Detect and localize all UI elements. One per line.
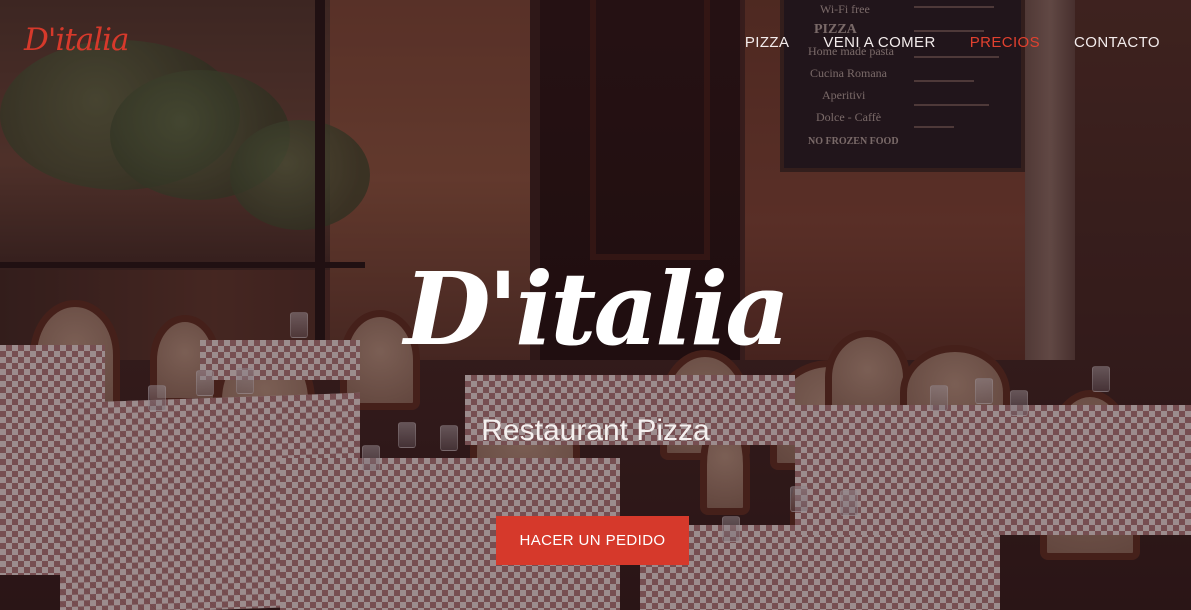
order-button[interactable]: HACER UN PEDIDO (496, 516, 689, 565)
nav-item-veni-a-comer[interactable]: VENI A COMER (789, 34, 935, 51)
hero-title: D'italia (403, 250, 790, 368)
site-logo[interactable]: D'italia (24, 22, 130, 58)
main-nav: PIZZA VENI A COMER PRECIOS CONTACTO (745, 34, 1160, 51)
hero-subtitle: Restaurant Pizza (481, 414, 710, 447)
nav-item-contacto[interactable]: CONTACTO (1040, 34, 1160, 51)
nav-item-pizza[interactable]: PIZZA (745, 34, 790, 51)
nav-item-precios[interactable]: PRECIOS (936, 34, 1040, 51)
hero-section: Wi-Fi free PIZZA Home made pasta Cucina … (0, 0, 1191, 610)
